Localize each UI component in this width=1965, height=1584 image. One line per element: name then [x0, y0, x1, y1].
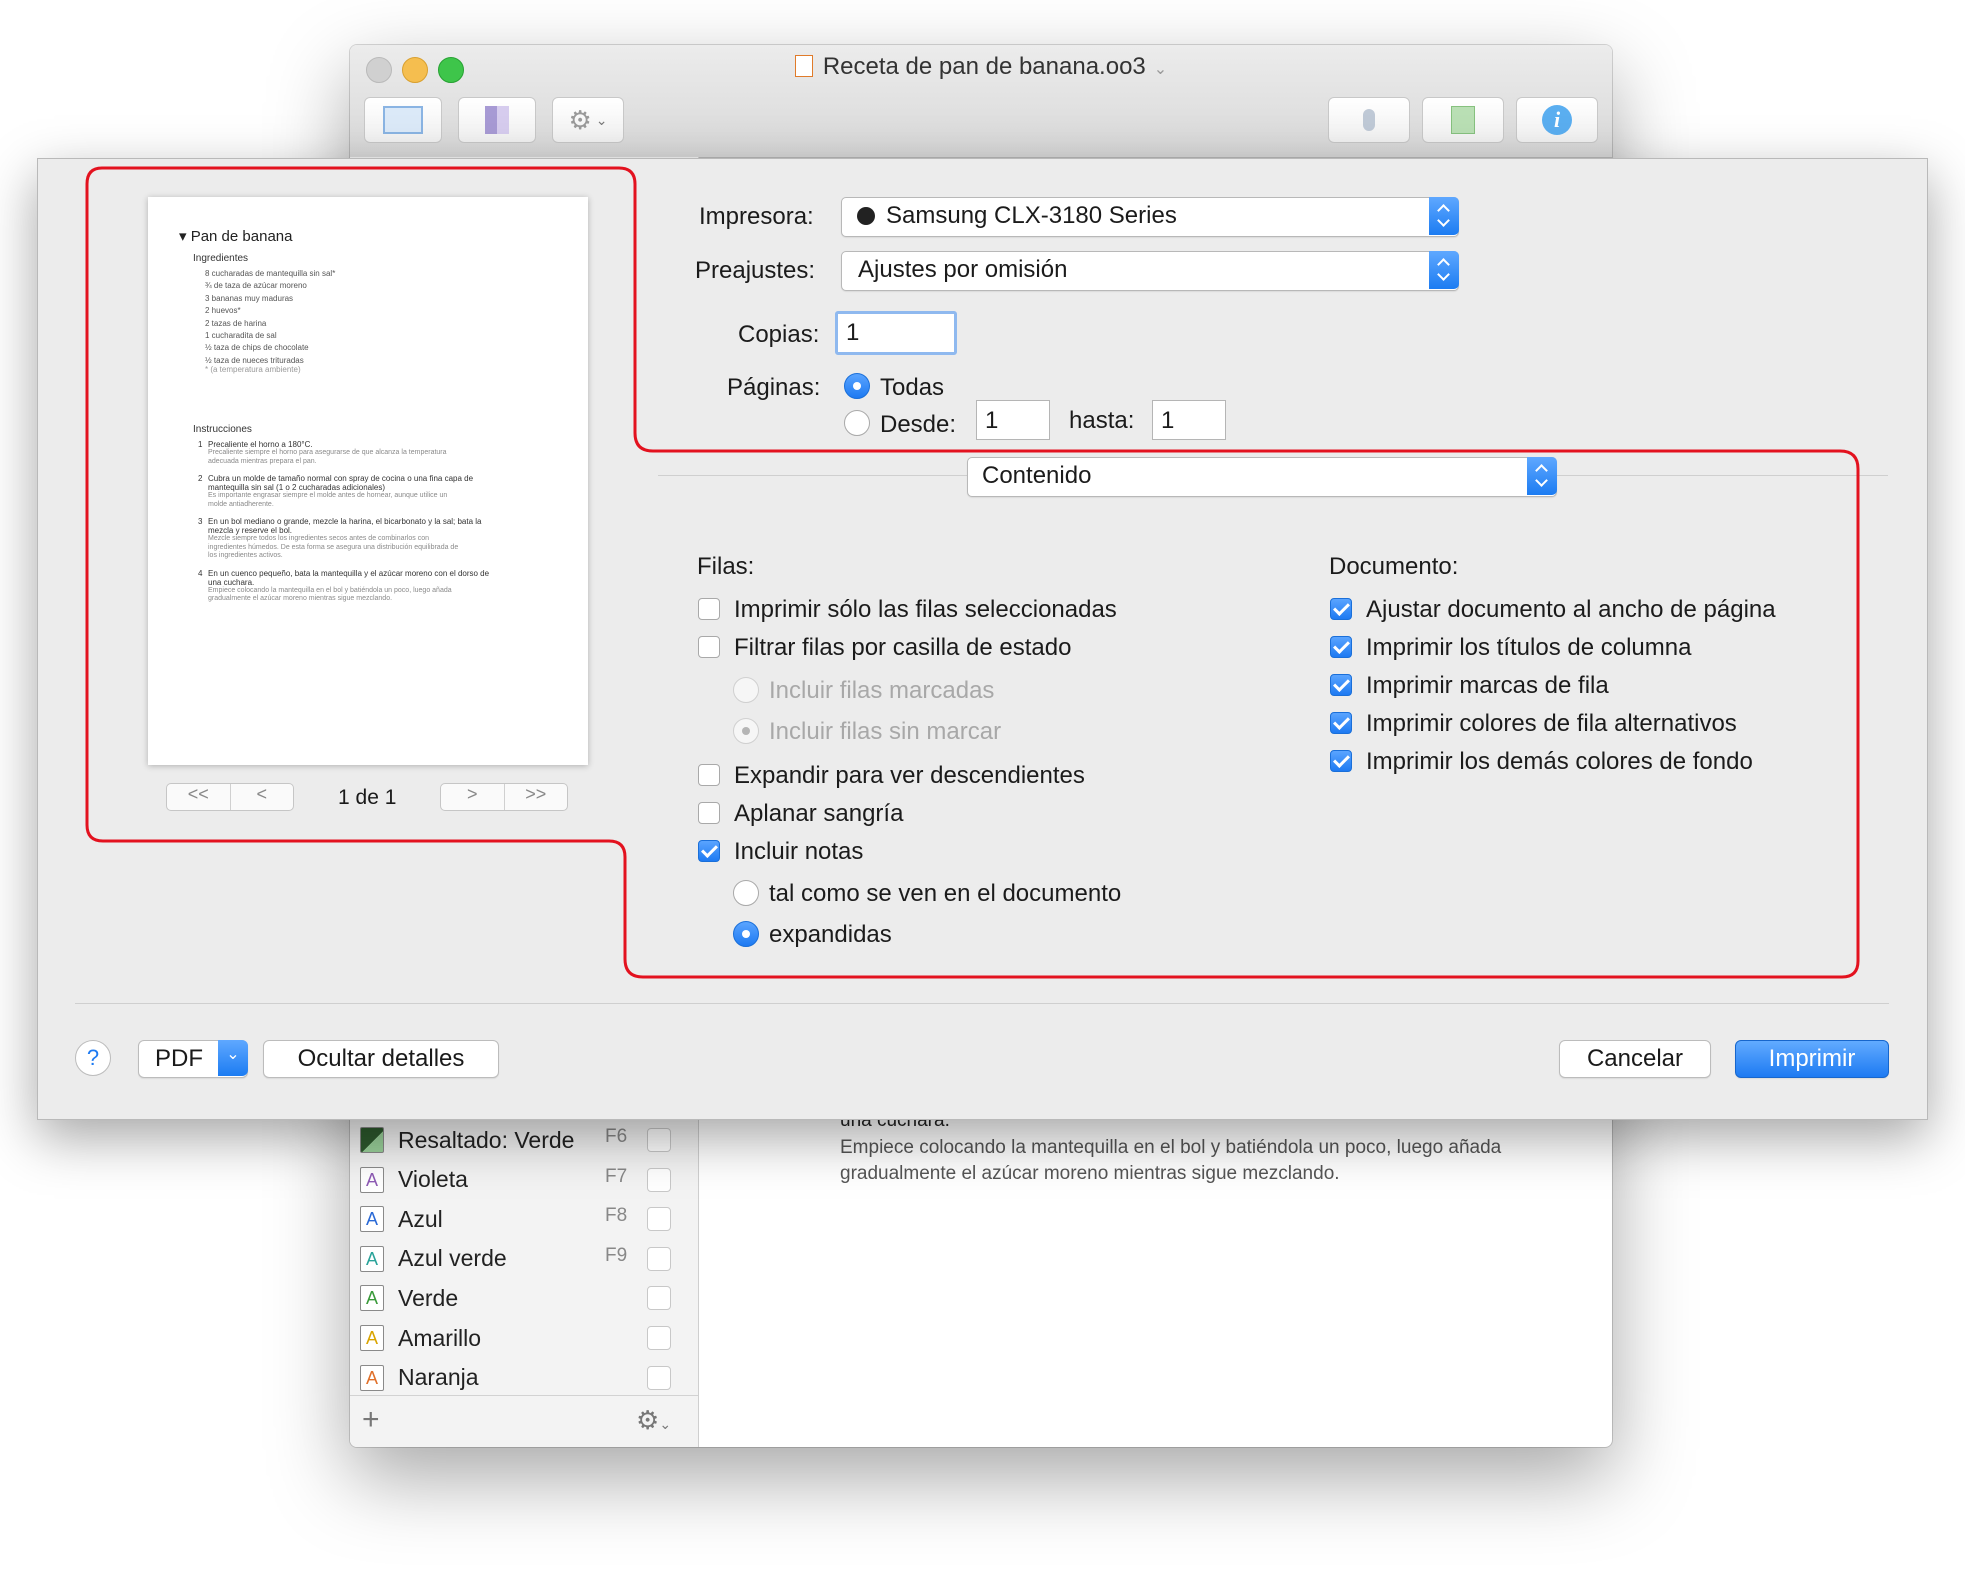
- highlight-overlay: [85, 166, 1860, 979]
- highlight-outline-printer: [85, 166, 1860, 979]
